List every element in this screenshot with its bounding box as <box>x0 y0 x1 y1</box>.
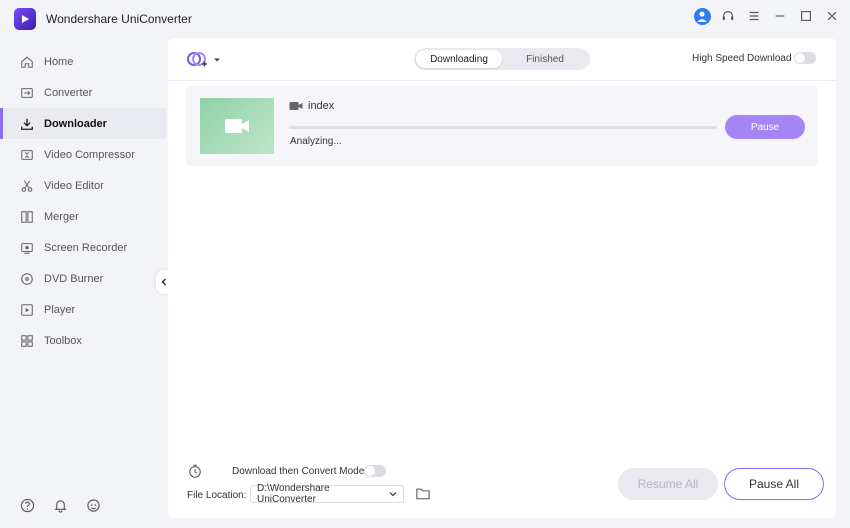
pause-button[interactable]: Pause <box>725 115 805 139</box>
sidebar-item-label: DVD Burner <box>44 272 104 285</box>
download-tabs: Downloading Finished <box>414 48 590 70</box>
chevron-down-icon <box>389 492 397 497</box>
chevron-left-icon <box>161 278 167 286</box>
divider <box>168 80 836 81</box>
download-file-name: index <box>308 100 335 112</box>
converter-icon <box>21 87 33 98</box>
main-panel: Downloading Finished High Speed Download… <box>168 38 836 518</box>
download-progress-bar <box>289 126 717 129</box>
sidebar-item-toolbox[interactable]: Toolbox <box>0 325 166 356</box>
scissors-icon <box>21 179 33 192</box>
close-icon[interactable] <box>822 6 842 26</box>
high-speed-download-toggle[interactable] <box>794 52 816 64</box>
sidebar-item-label: Downloader <box>44 117 107 130</box>
title-bar: Wondershare UniConverter <box>0 0 850 36</box>
file-location-label: File Location: <box>187 490 247 501</box>
download-item: index Analyzing... Pause <box>186 86 818 166</box>
scheduler-clock-icon[interactable] <box>188 464 202 478</box>
help-icon[interactable] <box>20 498 35 513</box>
video-camera-icon <box>225 119 249 133</box>
sidebar-item-video-compressor[interactable]: Video Compressor <box>0 139 166 170</box>
bell-icon[interactable] <box>53 498 68 513</box>
download-status: Analyzing... <box>290 136 342 147</box>
merge-icon <box>21 210 33 223</box>
feedback-icon[interactable] <box>86 498 101 513</box>
sidebar-item-label: Player <box>44 303 76 316</box>
video-thumbnail <box>200 98 274 154</box>
disc-icon <box>21 272 33 285</box>
tab-downloading[interactable]: Downloading <box>416 50 502 68</box>
sidebar-item-screen-recorder[interactable]: Screen Recorder <box>0 232 166 263</box>
sidebar-item-home[interactable]: Home <box>0 46 166 77</box>
downloader-icon <box>21 118 33 130</box>
sidebar: Home Converter Downloader Video Compress… <box>0 46 166 356</box>
sidebar-item-label: Home <box>44 55 74 68</box>
sidebar-item-player[interactable]: Player <box>0 294 166 325</box>
sidebar-item-converter[interactable]: Converter <box>0 77 166 108</box>
file-location-value: D:\Wondershare UniConverter <box>257 483 330 505</box>
sidebar-item-label: Screen Recorder <box>44 241 128 254</box>
support-headset-icon[interactable] <box>718 6 738 26</box>
menu-icon[interactable] <box>744 6 764 26</box>
high-speed-download-label: High Speed Download <box>692 53 792 64</box>
maximize-icon[interactable] <box>796 6 816 26</box>
sidebar-item-label: Video Compressor <box>44 148 135 161</box>
user-account-icon[interactable] <box>692 6 712 26</box>
convert-mode-label: Download then Convert Mode <box>232 466 365 477</box>
sidebar-item-label: Converter <box>44 86 93 99</box>
sidebar-item-label: Toolbox <box>44 334 82 347</box>
home-icon <box>21 56 33 68</box>
file-location-select[interactable]: D:\Wondershare UniConverter <box>250 483 404 505</box>
sidebar-item-merger[interactable]: Merger <box>0 201 166 232</box>
chevron-down-icon <box>214 58 220 62</box>
folder-icon[interactable] <box>416 487 430 500</box>
sidebar-item-label: Video Editor <box>44 179 104 192</box>
compress-icon <box>21 149 33 160</box>
tab-finished[interactable]: Finished <box>502 50 588 68</box>
play-icon <box>21 303 33 316</box>
pause-all-button[interactable]: Pause All <box>724 468 824 500</box>
screen-record-icon <box>21 242 33 254</box>
sidebar-item-downloader[interactable]: Downloader <box>0 108 166 139</box>
convert-mode-toggle[interactable] <box>364 465 386 477</box>
sidebar-item-dvd-burner[interactable]: DVD Burner <box>0 263 166 294</box>
add-download-button[interactable] <box>186 50 221 70</box>
app-logo-icon <box>14 8 36 30</box>
sidebar-item-label: Merger <box>44 210 79 223</box>
grid-icon <box>21 334 33 347</box>
minimize-icon[interactable] <box>770 6 790 26</box>
link-add-icon <box>187 52 207 67</box>
resume-all-button[interactable]: Resume All <box>618 468 718 500</box>
sidebar-item-video-editor[interactable]: Video Editor <box>0 170 166 201</box>
video-file-icon <box>289 102 303 110</box>
app-title: Wondershare UniConverter <box>46 12 192 26</box>
